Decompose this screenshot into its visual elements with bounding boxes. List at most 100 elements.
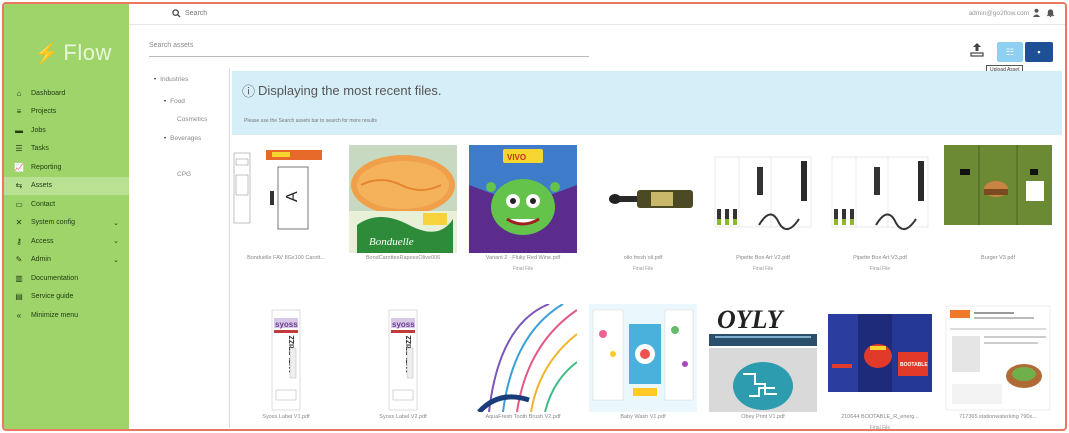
tree-item-beverages[interactable]: • Beverages (164, 135, 201, 142)
sidebar-item-dashboard[interactable]: ⌂ Dashboard (4, 84, 129, 103)
file-name[interactable]: Syoss Label V2.pdf (349, 414, 457, 420)
search-icon[interactable] (172, 9, 181, 20)
sidebar-item-jobs[interactable]: ▬ Jobs (4, 121, 129, 140)
tree-item-industries[interactable]: • Industries (154, 76, 188, 83)
assets-search-input[interactable]: Search assets (149, 40, 589, 57)
jobs-icon: ▬ (15, 125, 23, 135)
file-thumbnail[interactable]: VIVO (469, 145, 577, 253)
file-name[interactable]: Baby Wash V1.pdf (589, 414, 697, 420)
file-thumbnail[interactable] (709, 145, 817, 253)
pin-icon: ✎ (15, 255, 23, 265)
file-thumbnail[interactable] (589, 304, 697, 412)
file-name[interactable]: Variant 2 - Fluky Red Wine.pdf (469, 255, 577, 261)
svg-text:BOOTABLE: BOOTABLE (900, 362, 928, 368)
book-icon: ▥ (15, 273, 23, 283)
bullet-icon: • (164, 136, 167, 142)
file-thumbnail[interactable]: syoss ANTI-FRIZZ (232, 304, 340, 412)
sidebar-item-label: Tasks (31, 145, 49, 153)
file-thumbnail[interactable]: OYLY (709, 304, 817, 412)
wrench-icon: ✕ (15, 218, 23, 228)
file-name[interactable]: Pipette Box Art V2.pdf (709, 255, 817, 261)
sidebar-item-assets[interactable]: ⇆ Assets (4, 176, 129, 195)
home-icon: ⌂ (16, 88, 22, 98)
user-icon[interactable] (1032, 8, 1041, 19)
file-thumbnail[interactable]: BOOTABLE (826, 304, 934, 412)
bullet-icon: • (164, 99, 167, 105)
final-file-badge: Final File (869, 266, 891, 272)
file-name[interactable]: BondCarottesRapeesOlive006 (349, 255, 457, 261)
file-name[interactable]: Syoss Label V1.pdf (232, 414, 340, 420)
user-email[interactable]: admin@go2flow.com (969, 10, 1029, 17)
grid-view-button[interactable]: ☷ (997, 42, 1023, 62)
sidebar-item-documentation[interactable]: ▥ Documentation (4, 269, 129, 288)
sidebar-item-label: Admin (31, 256, 51, 264)
sidebar-item-service-guide[interactable]: ▤ Service guide (4, 288, 129, 307)
sidebar-nav: ⌂ Dashboard ≡ Projects ▬ Jobs ☰ Tasks 📈 Reporting… (4, 84, 129, 325)
svg-text:VIVO: VIVO (507, 153, 526, 162)
file-name[interactable]: AquaFresh Tooth Brush V2.pdf (469, 414, 577, 420)
sidebar-item-reporting[interactable]: 📈 Reporting (4, 158, 129, 177)
app-logo[interactable]: ⚡ Flow (34, 40, 112, 66)
tree-item-label: Industries (160, 76, 189, 83)
sidebar-item-system-config[interactable]: ✕ System config ⌄ (4, 214, 129, 233)
app-frame: ⚡ Flow ⌂ Dashboard ≡ Projects ▬ Jobs ☰ Tasks 📈 Rep… (2, 2, 1067, 431)
final-file-badge: Final File (869, 425, 891, 431)
tree-item-label: Cosmetics (177, 116, 208, 123)
list-icon: ▪ (1037, 47, 1041, 57)
tree-item-cpg[interactable]: CPG (177, 171, 191, 178)
file-thumbnail[interactable] (589, 145, 697, 253)
sidebar-item-tasks[interactable]: ☰ Tasks (4, 140, 129, 159)
svg-text:OYLY: OYLY (717, 305, 785, 334)
file-thumbnail[interactable] (469, 304, 577, 412)
sidebar-item-label: System config (31, 219, 75, 227)
global-search-input[interactable]: Search (185, 10, 207, 17)
file-name[interactable]: Bonduelle FAV 8Gx100 Carott... (232, 255, 340, 261)
final-file-badge: Final File (512, 266, 534, 272)
file-thumbnail[interactable] (944, 145, 1052, 253)
sidebar-item-projects[interactable]: ≡ Projects (4, 103, 129, 122)
chevron-down-icon: ⌄ (113, 219, 119, 227)
minimize-icon: « (16, 310, 22, 320)
sidebar-item-contact[interactable]: ▭ Contact (4, 195, 129, 214)
tree-item-label: Food (170, 98, 185, 105)
tasks-icon: ☰ (15, 144, 23, 154)
sidebar-item-minimize-menu[interactable]: « Minimize menu (4, 306, 129, 325)
bolt-icon: ⚡ (34, 43, 60, 65)
upload-icon (970, 43, 984, 57)
file-thumbnail[interactable] (826, 145, 934, 253)
guide-icon: ▤ (15, 292, 23, 302)
final-file-badge: Final File (632, 266, 654, 272)
file-name[interactable]: Burger V3.pdf (944, 255, 1052, 261)
banner-title: Displaying the most recent files. (258, 83, 442, 98)
file-thumbnail[interactable]: A (232, 145, 340, 253)
chart-icon: 📈 (14, 162, 24, 172)
file-thumbnail[interactable]: Bonduelle (349, 145, 457, 253)
final-file-badge: Final File (752, 266, 774, 272)
sidebar-item-label: Documentation (31, 274, 79, 282)
sidebar: ⚡ Flow ⌂ Dashboard ≡ Projects ▬ Jobs ☰ Tasks 📈 Rep… (4, 4, 129, 429)
sidebar-item-label: Projects (31, 108, 57, 116)
file-name[interactable]: 210644 BOOTABLE_R_energ... (826, 414, 934, 420)
svg-text:syoss: syoss (275, 320, 298, 329)
tree-divider (229, 68, 230, 428)
file-name[interactable]: olio fresh oil.pdf (589, 255, 697, 261)
sidebar-item-label: Contact (31, 200, 56, 208)
file-name[interactable]: Obey Print V1.pdf (709, 414, 817, 420)
svg-text:Bonduelle: Bonduelle (369, 236, 414, 248)
file-thumbnail[interactable]: syoss ANTI-FRIZZ (349, 304, 457, 412)
tree-item-label: CPG (177, 171, 192, 178)
sidebar-item-admin[interactable]: ✎ Admin ⌄ (4, 251, 129, 270)
sidebar-item-access[interactable]: ⚷ Access ⌄ (4, 232, 129, 251)
tree-item-food[interactable]: • Food (164, 98, 185, 105)
list-view-button[interactable]: ▪ (1025, 42, 1053, 62)
banner-subtitle: Please use the Search assets bar to sear… (244, 118, 377, 124)
upload-asset-button[interactable] (968, 42, 986, 60)
svg-text:A: A (284, 191, 301, 202)
file-name[interactable]: 717365 stationwaterking 790x... (944, 414, 1052, 420)
tree-item-cosmetics[interactable]: Cosmetics (177, 116, 207, 123)
file-thumbnail[interactable] (944, 304, 1052, 412)
bell-icon[interactable] (1046, 8, 1055, 19)
sidebar-item-label: Reporting (31, 163, 62, 171)
file-name[interactable]: Pipette Box Art V3.pdf (826, 255, 934, 261)
assets-icon: ⇆ (15, 181, 23, 191)
